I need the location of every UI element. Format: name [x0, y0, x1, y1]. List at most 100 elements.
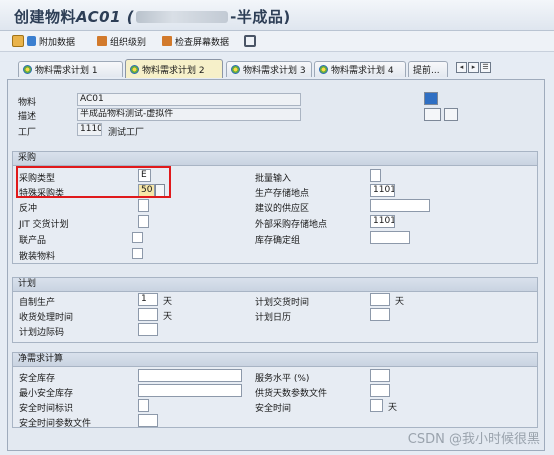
tab-list-icon[interactable]: ☰ [480, 62, 491, 73]
title-suffix: -半成品 [230, 8, 284, 26]
value-help-icon[interactable] [155, 184, 165, 197]
tab-scroll-left-icon[interactable]: ◂ [456, 62, 467, 73]
status-icon [231, 65, 240, 74]
additional-data-button[interactable]: 附加数据 [12, 34, 75, 48]
inhouse-production-label: 自制生产 [19, 298, 56, 308]
inhouse-production-input[interactable]: 1 [138, 293, 158, 306]
procurement-group-title: 采购 [13, 152, 537, 166]
watermark: CSDN @我小时候很黑 [407, 432, 540, 447]
planned-delivery-unit: 天 [395, 297, 405, 307]
planned-delivery-input[interactable] [370, 293, 390, 306]
procurement-type-label: 采购类型 [19, 174, 56, 184]
tab-label: 物料需求计划 1 [35, 66, 98, 76]
planned-delivery-label: 计划交货时间 [255, 298, 310, 308]
tab-mrp2[interactable]: 物料需求计划 2 [125, 59, 223, 78]
special-procurement-input[interactable]: 50 [138, 184, 155, 197]
plant-field: 1110 [77, 123, 102, 136]
planning-calendar-label: 计划日历 [255, 313, 292, 323]
safety-time-indicator-label: 安全时间标识 [19, 404, 74, 414]
procurement-type-input[interactable]: E [138, 169, 151, 182]
safety-time-input[interactable] [370, 399, 383, 412]
tab-content-panel: 物料 AC01 描述 半成品物料测试-虚拟件 工厂 1110 测试工厂 采购 采… [7, 79, 545, 451]
ext-storage-location-label: 外部采购存储地点 [255, 220, 328, 230]
lock-icon [244, 35, 256, 47]
planning-calendar-input[interactable] [370, 308, 390, 321]
scheduling-group-title: 计划 [13, 278, 537, 292]
tab-lead[interactable]: 提前... [408, 61, 448, 77]
prod-storage-location-input[interactable]: 1101 [370, 184, 395, 197]
tab-label: 物料需求计划 3 [243, 66, 306, 76]
service-level-label: 服务水平 (%) [255, 374, 310, 384]
tab-mrp3[interactable]: 物料需求计划 3 [226, 61, 312, 77]
title-prefix: 创建物料 [14, 8, 77, 26]
min-safety-stock-input[interactable] [138, 384, 242, 397]
ext-storage-location-input[interactable]: 1101 [370, 215, 395, 228]
org-levels-button[interactable]: 组织级别 [97, 34, 146, 48]
tab-scroll-right-icon[interactable]: ▸ [468, 62, 479, 73]
material-field: AC01 [77, 93, 301, 106]
batch-entry-input[interactable] [370, 169, 381, 182]
status-icon [319, 65, 328, 74]
min-safety-stock-label: 最小安全库存 [19, 389, 74, 399]
stock-determination-input[interactable] [370, 231, 410, 244]
tab-label: 提前... [413, 66, 440, 76]
tab-label: 物料需求计划 4 [331, 66, 394, 76]
net-requirements-group-title: 净需求计算 [13, 353, 537, 367]
tab-strip: 物料需求计划 1 物料需求计划 2 物料需求计划 3 物料需求计划 4 提前..… [0, 57, 554, 79]
application-toolbar: 附加数据 组织级别 检查屏幕数据 [0, 31, 554, 52]
coproduct-label: 联产品 [19, 236, 47, 246]
supply-area-input[interactable] [370, 199, 430, 212]
supply-area-label: 建议的供应区 [255, 204, 310, 214]
status-icon [23, 65, 32, 74]
gr-processing-time-label: 收货处理时间 [19, 313, 74, 323]
check-screen-data-button[interactable]: 检查屏幕数据 [162, 34, 229, 48]
backflush-input[interactable] [138, 199, 149, 212]
safety-time-unit: 天 [388, 403, 398, 413]
document-icon[interactable] [444, 108, 458, 121]
safety-time-indicator-input[interactable] [138, 399, 149, 412]
batch-entry-label: 批量输入 [255, 174, 292, 184]
plant-label: 工厂 [18, 128, 37, 138]
coproduct-checkbox[interactable] [132, 232, 143, 243]
tab-label: 物料需求计划 2 [142, 65, 205, 76]
gr-processing-time-input[interactable] [138, 308, 158, 321]
description-label: 描述 [18, 112, 37, 122]
safety-stock-input[interactable] [138, 369, 242, 382]
gr-unit: 天 [163, 312, 173, 322]
description-field: 半成品物料测试-虚拟件 [77, 108, 301, 121]
stock-determination-label: 库存确定组 [255, 236, 301, 246]
tab-mrp4[interactable]: 物料需求计划 4 [314, 61, 406, 77]
org-tree-icon [97, 36, 107, 46]
bulk-material-checkbox[interactable] [132, 248, 143, 259]
window-title: 创建物料AC01 (-半成品) [14, 8, 291, 26]
safety-time-profile-input[interactable] [138, 414, 158, 427]
copy-icon [12, 35, 24, 47]
additional-data-label: 附加数据 [39, 37, 76, 48]
service-level-input[interactable] [370, 369, 390, 382]
special-procurement-label: 特殊采购类 [19, 189, 65, 199]
safety-time-label: 安全时间 [255, 404, 292, 414]
jit-input[interactable] [138, 215, 149, 228]
safety-stock-label: 安全库存 [19, 374, 56, 384]
safety-time-profile-label: 安全时间参数文件 [19, 419, 92, 429]
check-icon [162, 36, 172, 46]
lock-button[interactable] [244, 34, 259, 48]
backflush-label: 反冲 [19, 204, 38, 214]
tab-mrp1[interactable]: 物料需求计划 1 [18, 61, 123, 77]
plant-name: 测试工厂 [108, 128, 145, 138]
jit-label: JIT 交货计划 [19, 220, 69, 230]
info-icon[interactable] [424, 92, 438, 105]
scheduling-margin-label: 计划边际码 [19, 328, 65, 338]
org-levels-label: 组织级别 [110, 37, 147, 48]
coverage-profile-input[interactable] [370, 384, 390, 397]
scheduling-margin-input[interactable] [138, 323, 158, 336]
arrow-right-icon [27, 36, 36, 46]
prod-storage-location-label: 生产存储地点 [255, 189, 310, 199]
coverage-profile-label: 供货天数参数文件 [255, 389, 328, 399]
blurred-region [136, 11, 229, 23]
title-bar: 创建物料AC01 (-半成品) [0, 0, 554, 31]
status-icon [130, 64, 139, 74]
check-screen-data-label: 检查屏幕数据 [175, 37, 230, 48]
glasses-icon[interactable] [424, 108, 441, 121]
bulk-material-label: 散装物料 [19, 252, 56, 262]
